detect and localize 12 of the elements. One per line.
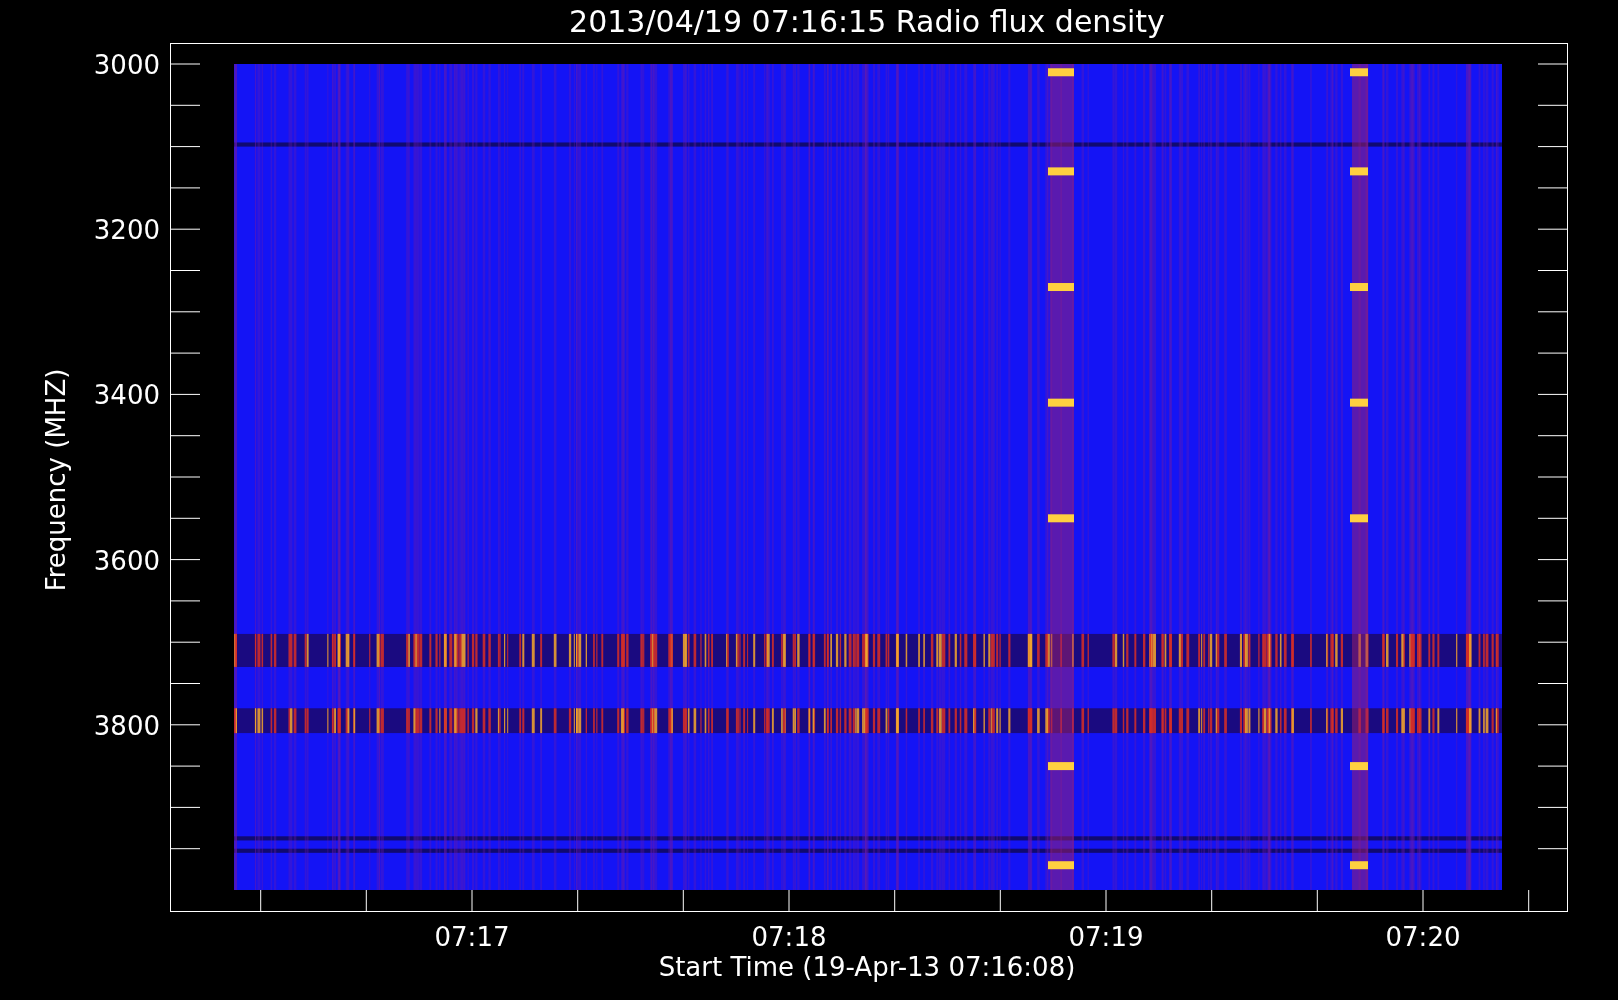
chart-title: 2013/04/19 07:16:15 Radio flux density [569,4,1165,39]
y-tick-label: 3600 [93,545,160,576]
x-tick-label: 07:20 [1385,922,1461,952]
x-tick-label: 07:17 [434,922,510,952]
y-tick-label: 3200 [93,215,160,246]
x-tick-label: 07:18 [751,922,827,952]
y-tick-label: 3800 [93,710,160,741]
y-tick-label: 3400 [93,380,160,411]
x-tick-label: 07:19 [1068,922,1144,952]
y-axis-label: Frequency (MHZ) [41,368,71,592]
x-axis-label: Start Time (19-Apr-13 07:16:08) [658,952,1076,982]
y-tick-label: 3000 [93,50,160,80]
